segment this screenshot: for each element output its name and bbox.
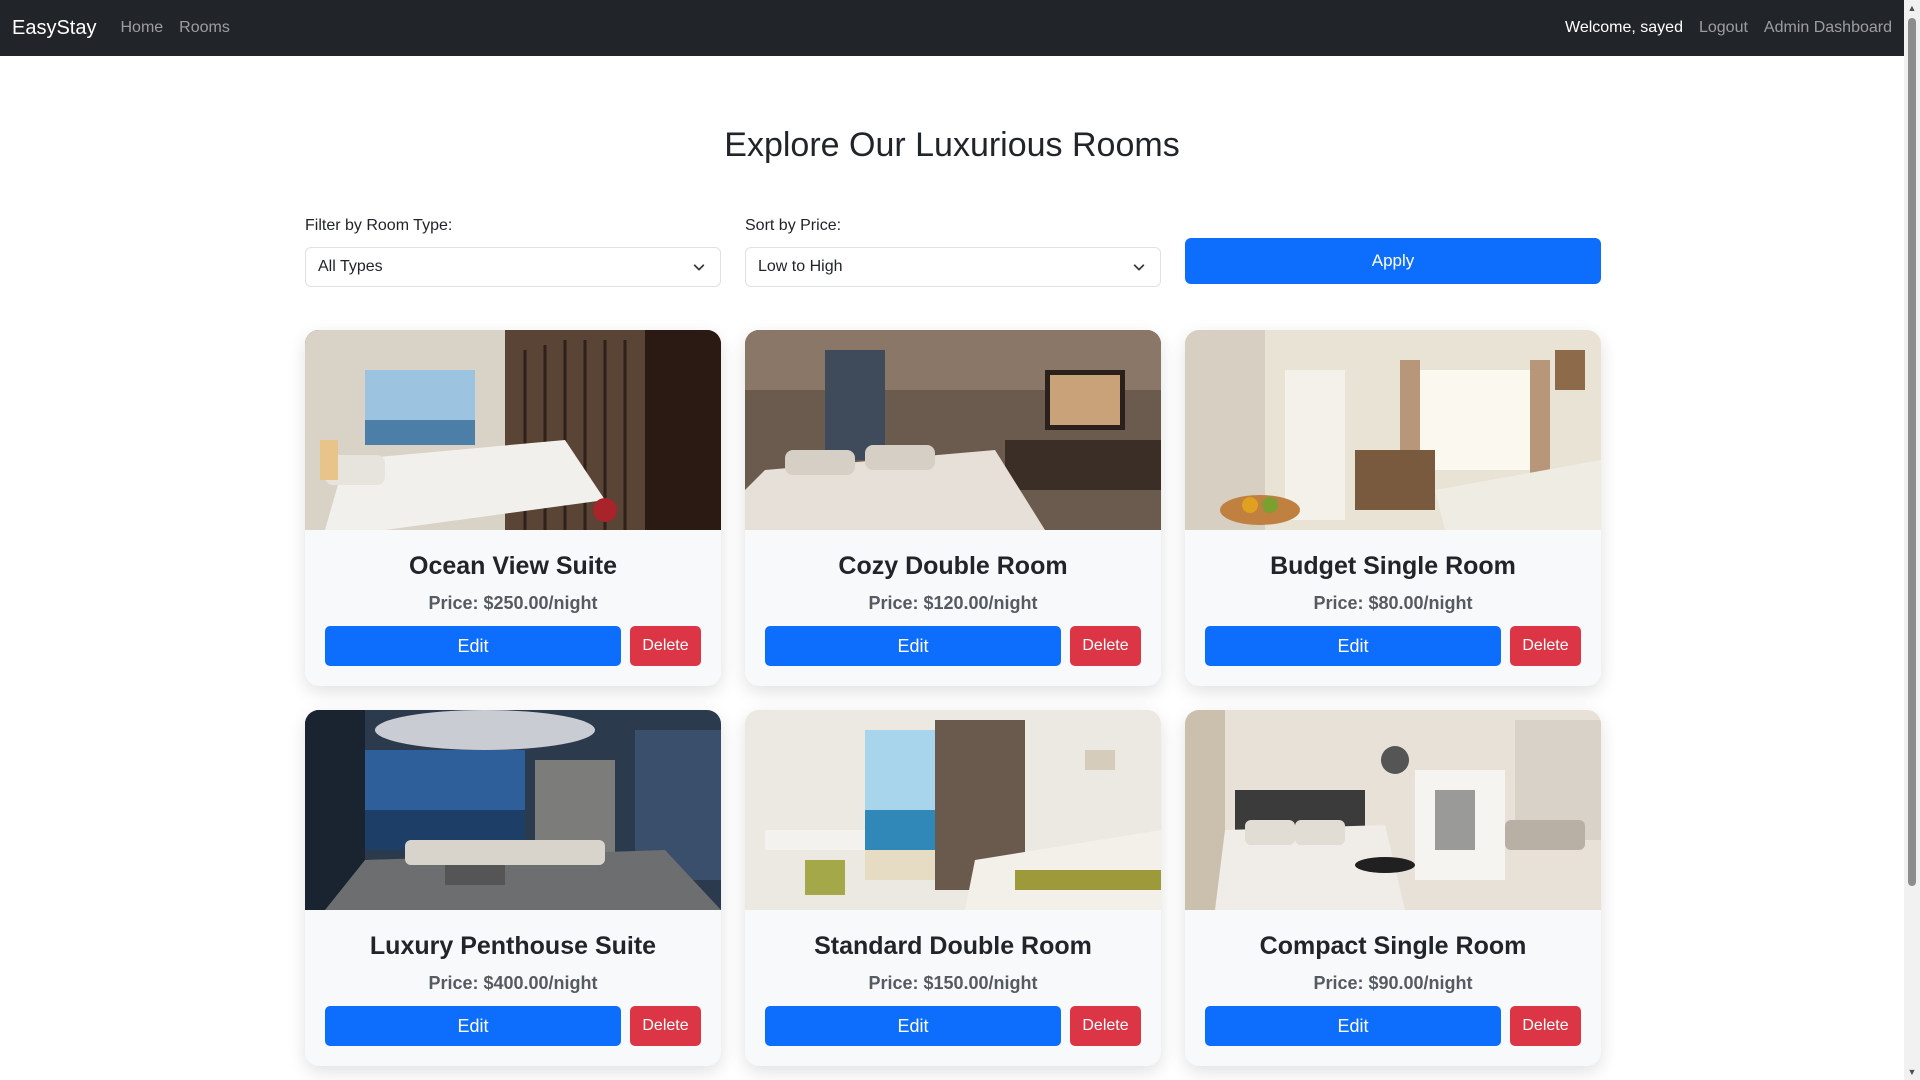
- room-image-standard-double: [745, 710, 1161, 910]
- chevron-down-icon: [693, 264, 705, 271]
- room-card: Compact Single Room Price: $90.00/night …: [1185, 710, 1601, 1066]
- room-price: Price: $250.00/night: [428, 593, 598, 613]
- room-card: Luxury Penthouse Suite Price: $400.00/ni…: [305, 710, 721, 1066]
- edit-button[interactable]: Edit: [1205, 1006, 1501, 1046]
- nav-link-home[interactable]: Home: [120, 19, 163, 37]
- room-image-ocean-view: [305, 330, 721, 530]
- room-name: Luxury Penthouse Suite: [369, 932, 657, 960]
- scroll-thumb[interactable]: [1908, 18, 1916, 886]
- room-image-budget-single: [1185, 330, 1601, 530]
- room-card: Ocean View Suite Price: $250.00/night Ed…: [305, 330, 721, 686]
- room-name: Compact Single Room: [1259, 932, 1527, 960]
- room-name: Standard Double Room: [814, 932, 1092, 960]
- brand-link[interactable]: EasyStay: [12, 17, 96, 40]
- room-type-select[interactable]: All Types: [305, 247, 721, 287]
- room-price: Price: $120.00/night: [868, 593, 1038, 613]
- room-image-luxury-penthouse: [305, 710, 721, 910]
- scroll-down-arrow-icon[interactable]: ▼: [1904, 1064, 1920, 1080]
- admin-dashboard-link[interactable]: Admin Dashboard: [1764, 19, 1892, 37]
- navbar: EasyStay Home Rooms Welcome, sayed Logou…: [0, 0, 1904, 56]
- edit-button[interactable]: Edit: [765, 626, 1061, 666]
- room-price: Price: $90.00/night: [1313, 973, 1473, 993]
- room-name: Ocean View Suite: [409, 552, 617, 580]
- room-image-compact-single: [1185, 710, 1601, 910]
- room-price: Price: $400.00/night: [428, 973, 598, 993]
- scroll-up-arrow-icon[interactable]: ▲: [1904, 0, 1920, 16]
- room-image-cozy-double: [745, 330, 1161, 530]
- edit-button[interactable]: Edit: [1205, 626, 1501, 666]
- room-type-value: All Types: [318, 258, 383, 275]
- room-card: Cozy Double Room Price: $120.00/night Ed…: [745, 330, 1161, 686]
- delete-button[interactable]: Delete: [1510, 626, 1581, 666]
- delete-button[interactable]: Delete: [1070, 1006, 1141, 1046]
- welcome-text: Welcome, sayed: [1565, 19, 1683, 36]
- room-name: Cozy Double Room: [838, 552, 1068, 580]
- chevron-down-icon: [1133, 264, 1145, 271]
- nav-right: Welcome, sayed Logout Admin Dashboard: [1565, 19, 1892, 37]
- room-card: Budget Single Room Price: $80.00/night E…: [1185, 330, 1601, 686]
- edit-button[interactable]: Edit: [765, 1006, 1061, 1046]
- edit-button[interactable]: Edit: [325, 1006, 621, 1046]
- room-price: Price: $150.00/night: [868, 973, 1038, 993]
- sort-price-value: Low to High: [758, 258, 843, 275]
- room-price: Price: $80.00/night: [1313, 593, 1473, 613]
- room-type-label: Filter by Room Type:: [305, 217, 453, 234]
- apply-button[interactable]: Apply: [1185, 238, 1601, 284]
- delete-button[interactable]: Delete: [1070, 626, 1141, 666]
- sort-price-label: Sort by Price:: [745, 217, 842, 234]
- room-card: Standard Double Room Price: $150.00/nigh…: [745, 710, 1161, 1066]
- delete-button[interactable]: Delete: [630, 1006, 701, 1046]
- edit-button[interactable]: Edit: [325, 626, 621, 666]
- delete-button[interactable]: Delete: [630, 626, 701, 666]
- delete-button[interactable]: Delete: [1510, 1006, 1581, 1046]
- sort-price-select[interactable]: Low to High: [745, 247, 1161, 287]
- logout-link[interactable]: Logout: [1699, 19, 1748, 37]
- page-title: Explore Our Luxurious Rooms: [724, 126, 1180, 164]
- page-scrollbar[interactable]: ▲ ▼: [1904, 0, 1920, 1080]
- room-name: Budget Single Room: [1270, 552, 1516, 580]
- nav-link-rooms[interactable]: Rooms: [179, 19, 230, 37]
